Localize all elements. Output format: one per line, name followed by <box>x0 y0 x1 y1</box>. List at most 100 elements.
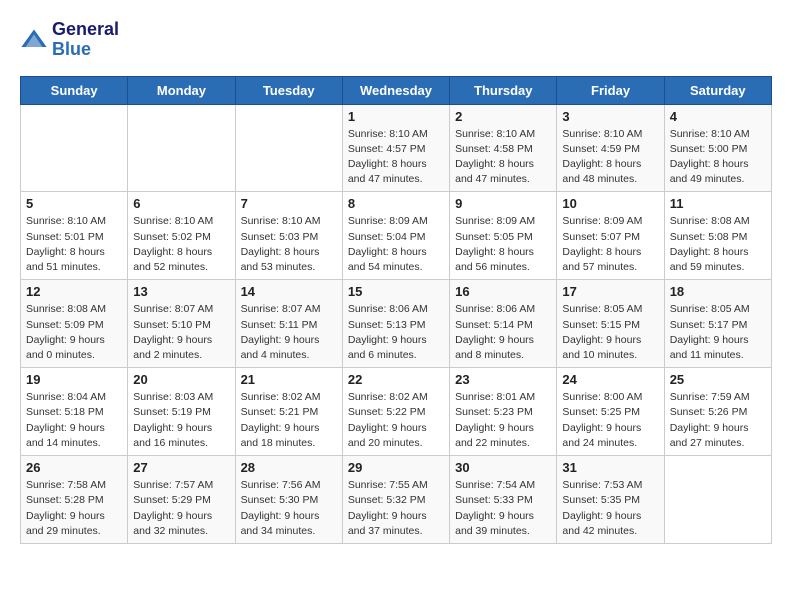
day-number: 5 <box>26 196 122 211</box>
day-number: 20 <box>133 372 229 387</box>
day-number: 10 <box>562 196 658 211</box>
day-info: Sunrise: 8:08 AMSunset: 5:08 PMDaylight:… <box>670 214 766 275</box>
day-number: 15 <box>348 284 444 299</box>
day-cell: 17 Sunrise: 8:05 AMSunset: 5:15 PMDayligh… <box>557 280 664 368</box>
logo-text: General Blue <box>52 20 119 60</box>
day-info: Sunrise: 8:10 AMSunset: 4:57 PMDaylight:… <box>348 127 444 188</box>
day-number: 7 <box>241 196 337 211</box>
day-info: Sunrise: 8:10 AMSunset: 4:59 PMDaylight:… <box>562 127 658 188</box>
day-number: 8 <box>348 196 444 211</box>
day-number: 30 <box>455 460 551 475</box>
day-cell: 13 Sunrise: 8:07 AMSunset: 5:10 PMDayligh… <box>128 280 235 368</box>
week-row-2: 12 Sunrise: 8:08 AMSunset: 5:09 PMDayligh… <box>21 280 772 368</box>
day-cell: 26Sunrise: 7:58 AMSunset: 5:28 PMDayligh… <box>21 456 128 544</box>
weekday-header-saturday: Saturday <box>664 76 771 104</box>
day-cell: 27 Sunrise: 7:57 AMSunset: 5:29 PMDayligh… <box>128 456 235 544</box>
week-row-1: 5Sunrise: 8:10 AMSunset: 5:01 PMDaylight… <box>21 192 772 280</box>
calendar-table: SundayMondayTuesdayWednesdayThursdayFrid… <box>20 76 772 544</box>
weekday-header-row: SundayMondayTuesdayWednesdayThursdayFrid… <box>21 76 772 104</box>
day-info: Sunrise: 8:10 AMSunset: 4:58 PMDaylight:… <box>455 127 551 188</box>
day-info: Sunrise: 8:01 AMSunset: 5:23 PMDaylight:… <box>455 390 551 451</box>
day-cell: 22 Sunrise: 8:02 AMSunset: 5:22 PMDayligh… <box>342 368 449 456</box>
header: General Blue <box>20 20 772 60</box>
day-info: Sunrise: 8:07 AMSunset: 5:10 PMDaylight:… <box>133 302 229 363</box>
day-info: Sunrise: 8:10 AMSunset: 5:03 PMDaylight:… <box>241 214 337 275</box>
day-info: Sunrise: 8:04 AMSunset: 5:18 PMDaylight:… <box>26 390 122 451</box>
day-number: 25 <box>670 372 766 387</box>
day-cell: 16Sunrise: 8:06 AMSunset: 5:14 PMDayligh… <box>450 280 557 368</box>
day-number: 14 <box>241 284 337 299</box>
day-info: Sunrise: 7:54 AMSunset: 5:33 PMDaylight:… <box>455 478 551 539</box>
day-number: 17 <box>562 284 658 299</box>
day-info: Sunrise: 7:55 AMSunset: 5:32 PMDaylight:… <box>348 478 444 539</box>
logo-icon <box>20 26 48 54</box>
day-cell: 12 Sunrise: 8:08 AMSunset: 5:09 PMDayligh… <box>21 280 128 368</box>
weekday-header-monday: Monday <box>128 76 235 104</box>
day-info: Sunrise: 8:06 AMSunset: 5:13 PMDaylight:… <box>348 302 444 363</box>
day-info: Sunrise: 8:00 AMSunset: 5:25 PMDaylight:… <box>562 390 658 451</box>
day-info: Sunrise: 8:03 AMSunset: 5:19 PMDaylight:… <box>133 390 229 451</box>
day-number: 23 <box>455 372 551 387</box>
day-number: 12 <box>26 284 122 299</box>
day-cell: 28 Sunrise: 7:56 AMSunset: 5:30 PMDayligh… <box>235 456 342 544</box>
weekday-header-thursday: Thursday <box>450 76 557 104</box>
day-cell: 18 Sunrise: 8:05 AMSunset: 5:17 PMDayligh… <box>664 280 771 368</box>
day-info: Sunrise: 8:08 AMSunset: 5:09 PMDaylight:… <box>26 302 122 363</box>
day-cell: 25 Sunrise: 7:59 AMSunset: 5:26 PMDayligh… <box>664 368 771 456</box>
day-cell: 31 Sunrise: 7:53 AMSunset: 5:35 PMDayligh… <box>557 456 664 544</box>
day-number: 19 <box>26 372 122 387</box>
day-cell: 23 Sunrise: 8:01 AMSunset: 5:23 PMDayligh… <box>450 368 557 456</box>
day-number: 31 <box>562 460 658 475</box>
day-info: Sunrise: 8:09 AMSunset: 5:05 PMDaylight:… <box>455 214 551 275</box>
day-cell: 2 Sunrise: 8:10 AMSunset: 4:58 PMDaylight… <box>450 104 557 192</box>
week-row-3: 19 Sunrise: 8:04 AMSunset: 5:18 PMDayligh… <box>21 368 772 456</box>
day-number: 11 <box>670 196 766 211</box>
day-number: 4 <box>670 109 766 124</box>
day-number: 6 <box>133 196 229 211</box>
day-cell <box>664 456 771 544</box>
day-number: 28 <box>241 460 337 475</box>
day-cell: 3Sunrise: 8:10 AMSunset: 4:59 PMDaylight… <box>557 104 664 192</box>
day-number: 1 <box>348 109 444 124</box>
day-info: Sunrise: 8:02 AMSunset: 5:21 PMDaylight:… <box>241 390 337 451</box>
day-info: Sunrise: 8:10 AMSunset: 5:00 PMDaylight:… <box>670 127 766 188</box>
day-cell: 14 Sunrise: 8:07 AMSunset: 5:11 PMDayligh… <box>235 280 342 368</box>
day-info: Sunrise: 7:56 AMSunset: 5:30 PMDaylight:… <box>241 478 337 539</box>
day-cell: 9 Sunrise: 8:09 AMSunset: 5:05 PMDaylight… <box>450 192 557 280</box>
day-number: 16 <box>455 284 551 299</box>
day-cell: 30 Sunrise: 7:54 AMSunset: 5:33 PMDayligh… <box>450 456 557 544</box>
day-cell: 29 Sunrise: 7:55 AMSunset: 5:32 PMDayligh… <box>342 456 449 544</box>
weekday-header-tuesday: Tuesday <box>235 76 342 104</box>
day-number: 29 <box>348 460 444 475</box>
day-cell: 21 Sunrise: 8:02 AMSunset: 5:21 PMDayligh… <box>235 368 342 456</box>
day-cell: 20 Sunrise: 8:03 AMSunset: 5:19 PMDayligh… <box>128 368 235 456</box>
day-info: Sunrise: 8:07 AMSunset: 5:11 PMDaylight:… <box>241 302 337 363</box>
day-number: 13 <box>133 284 229 299</box>
day-info: Sunrise: 8:02 AMSunset: 5:22 PMDaylight:… <box>348 390 444 451</box>
day-number: 22 <box>348 372 444 387</box>
day-info: Sunrise: 7:57 AMSunset: 5:29 PMDaylight:… <box>133 478 229 539</box>
day-number: 18 <box>670 284 766 299</box>
day-cell <box>235 104 342 192</box>
day-number: 2 <box>455 109 551 124</box>
day-cell: 7 Sunrise: 8:10 AMSunset: 5:03 PMDaylight… <box>235 192 342 280</box>
day-info: Sunrise: 8:05 AMSunset: 5:17 PMDaylight:… <box>670 302 766 363</box>
day-cell: 15 Sunrise: 8:06 AMSunset: 5:13 PMDayligh… <box>342 280 449 368</box>
day-info: Sunrise: 8:05 AMSunset: 5:15 PMDaylight:… <box>562 302 658 363</box>
day-number: 9 <box>455 196 551 211</box>
day-number: 27 <box>133 460 229 475</box>
day-cell <box>128 104 235 192</box>
weekday-header-friday: Friday <box>557 76 664 104</box>
weekday-header-sunday: Sunday <box>21 76 128 104</box>
day-info: Sunrise: 7:59 AMSunset: 5:26 PMDaylight:… <box>670 390 766 451</box>
day-number: 26 <box>26 460 122 475</box>
day-info: Sunrise: 7:53 AMSunset: 5:35 PMDaylight:… <box>562 478 658 539</box>
day-cell: 1 Sunrise: 8:10 AMSunset: 4:57 PMDaylight… <box>342 104 449 192</box>
day-info: Sunrise: 8:09 AMSunset: 5:07 PMDaylight:… <box>562 214 658 275</box>
day-number: 24 <box>562 372 658 387</box>
day-number: 21 <box>241 372 337 387</box>
weekday-header-wednesday: Wednesday <box>342 76 449 104</box>
week-row-4: 26Sunrise: 7:58 AMSunset: 5:28 PMDayligh… <box>21 456 772 544</box>
day-cell: 8Sunrise: 8:09 AMSunset: 5:04 PMDaylight… <box>342 192 449 280</box>
day-cell: 6Sunrise: 8:10 AMSunset: 5:02 PMDaylight… <box>128 192 235 280</box>
